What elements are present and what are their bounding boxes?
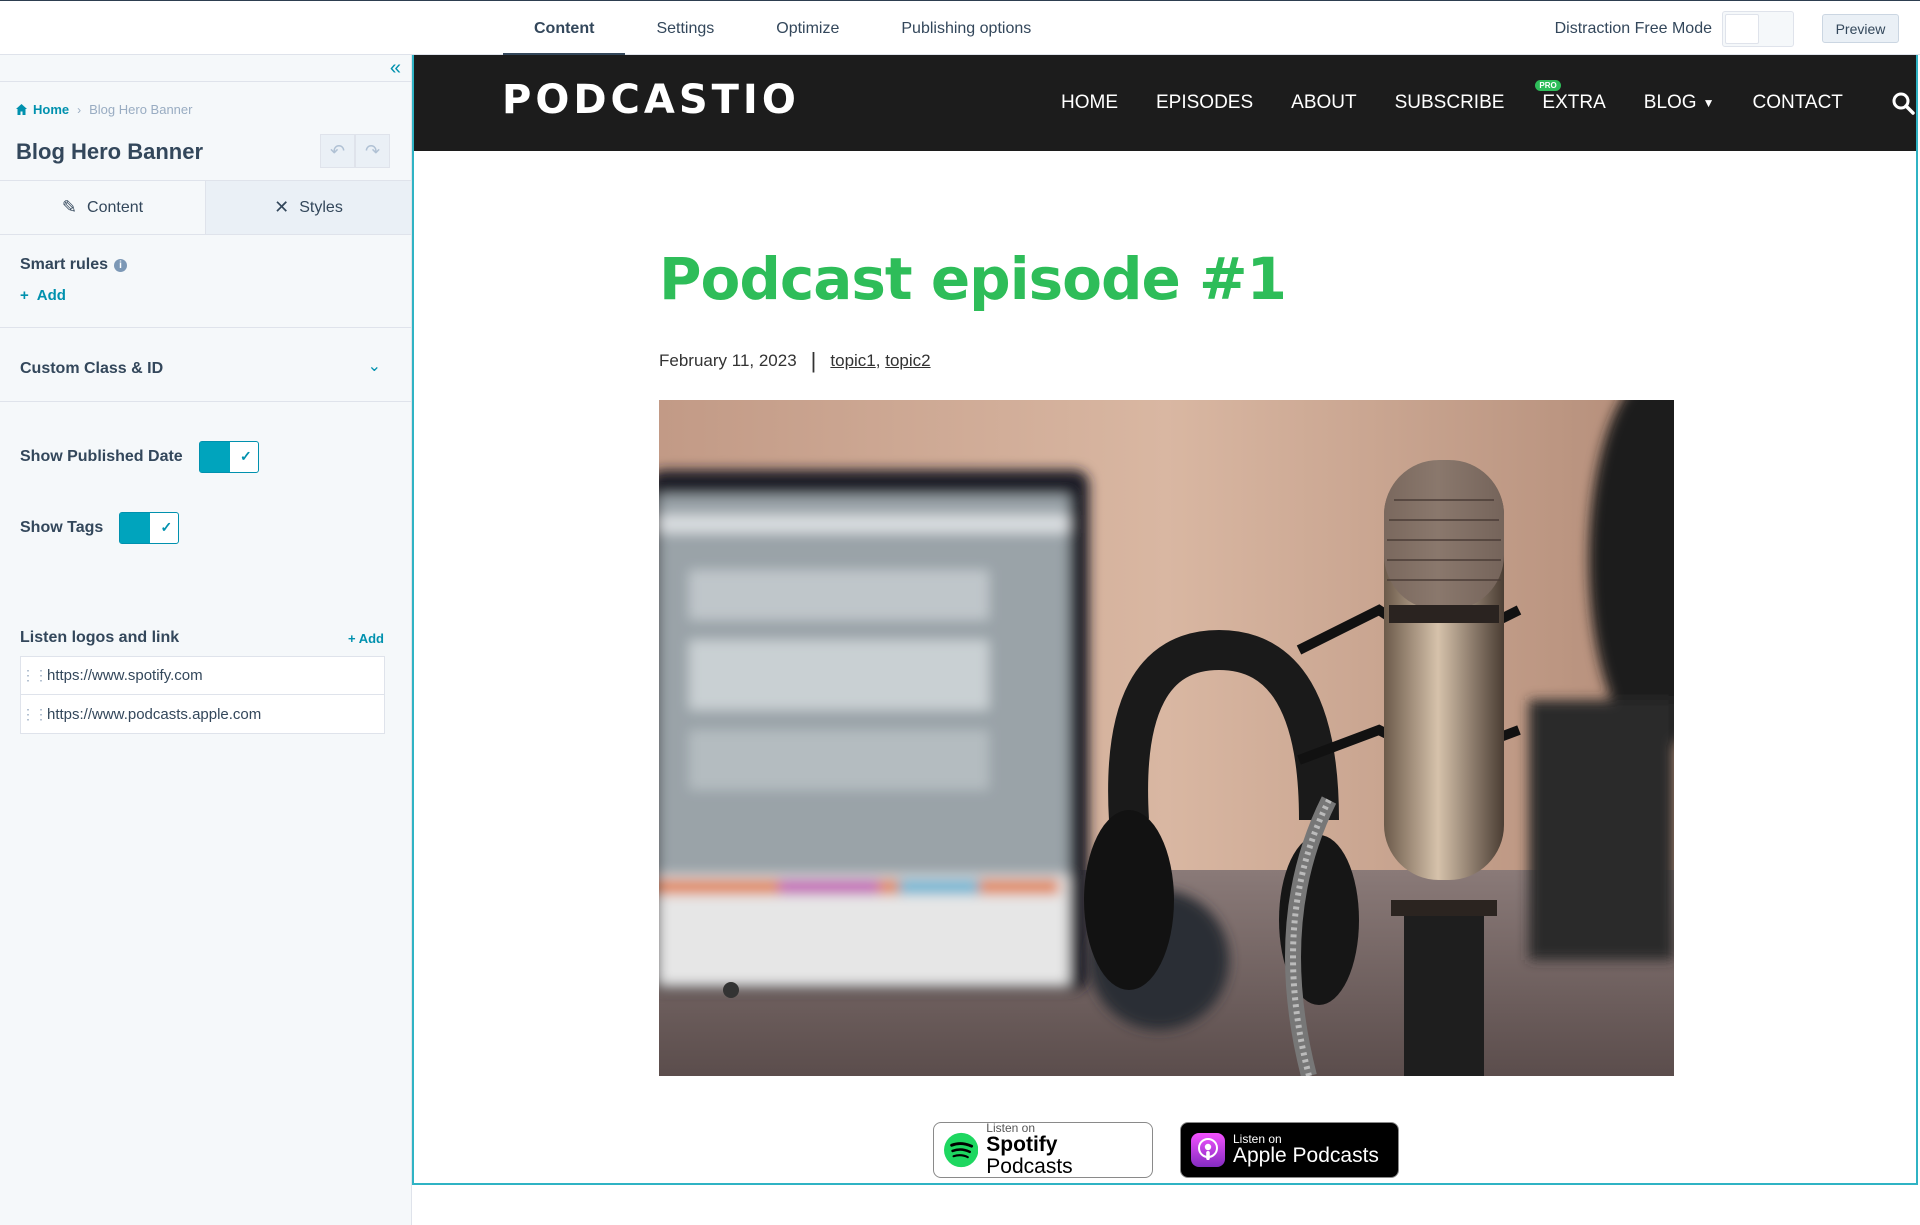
tag-link[interactable]: topic1 [830,351,875,370]
check-icon: ✓ [239,448,252,464]
post-meta: February 11, 2023 | topic1, topic2 [659,348,931,374]
tab-settings[interactable]: Settings [625,1,745,56]
breadcrumb: Home › Blog Hero Banner [16,102,192,117]
panel-collapse-row: « [0,55,411,82]
show-tags-row: Show Tags ✓ [20,512,180,544]
nav-extra-label: EXTRA [1542,92,1606,113]
undo-icon: ↶ [329,140,346,161]
preview-button[interactable]: Preview [1822,14,1899,43]
spotify-badge-text: Listen on Spotify Podcasts [986,1122,1142,1178]
redo-button[interactable]: ↷ [355,134,390,168]
smart-rules-section: Smart rules i + Add [0,180,411,328]
sidebar-panel: « Home › Blog Hero Banner Blog Hero Bann… [0,55,412,1225]
apple-podcasts-icon [1191,1133,1225,1167]
collapse-panel-icon[interactable]: « [390,58,401,78]
editor-topbar: Content Settings Optimize Publishing opt… [0,0,1920,56]
search-icon[interactable] [1872,91,1916,115]
list-item[interactable]: ⋮⋮ https://www.spotify.com [21,657,384,695]
apple-podcasts-badge[interactable]: Listen on Apple Podcasts [1180,1122,1399,1178]
distraction-free-mode-toggle[interactable] [1722,11,1794,47]
distraction-free-mode-label: Distraction Free Mode [1554,20,1712,37]
page-preview: PODCASTIO HOME EPISODES ABOUT SUBSCRIBE … [412,55,1920,1225]
distraction-free-mode: Distraction Free Mode [1555,11,1794,47]
spotify-icon [944,1132,979,1168]
tab-publishing-options[interactable]: Publishing options [870,1,1062,56]
breadcrumb-home-label: Home [33,102,70,117]
info-icon[interactable]: i [114,258,128,272]
check-icon: ✓ [160,519,173,535]
module-title: Blog Hero Banner [16,139,204,164]
toggle-on-fill [120,513,151,543]
hero-image [659,400,1674,1076]
redo-icon: ↷ [364,140,381,161]
listen-logos-add-button[interactable]: + Add [348,631,384,646]
site-nav-links: HOME EPISODES ABOUT SUBSCRIBE PRO EXTRA … [1042,55,1916,151]
editor-tabs: Content Settings Optimize Publishing opt… [503,1,1062,56]
undo-redo-group: ↶ ↷ [320,134,390,168]
chevron-right-icon: › [77,102,82,117]
custom-class-section[interactable]: Custom Class & ID ⌄ [0,328,411,402]
breadcrumb-current: Blog Hero Banner [89,102,193,117]
home-icon [16,104,27,115]
drag-handle-icon[interactable]: ⋮⋮ [21,667,48,684]
meta-divider: | [810,348,817,373]
show-tags-label: Show Tags [20,519,104,536]
caret-down-icon: ▼ [1702,96,1715,110]
show-published-date-toggle[interactable]: ✓ [198,441,259,473]
smart-rules-label: Smart rules i [20,256,128,274]
nav-extra[interactable]: PRO EXTRA [1523,80,1624,114]
undo-button[interactable]: ↶ [320,134,355,168]
tag-link[interactable]: topic2 [885,351,930,370]
nav-about[interactable]: ABOUT [1272,92,1375,114]
listen-url-text: https://www.podcasts.apple.com [47,705,262,723]
listen-badges: Listen on Spotify Podcasts Listen on App… [933,1122,1399,1178]
custom-class-label: Custom Class & ID [20,360,164,377]
breadcrumb-home[interactable]: Home [16,102,69,117]
podcast-studio-photo [659,400,1674,1076]
site-logo[interactable]: PODCASTIO [502,77,800,123]
smart-rules-text: Smart rules [20,256,109,273]
selected-module-frame[interactable]: PODCASTIO HOME EPISODES ABOUT SUBSCRIBE … [412,55,1918,1185]
show-tags-toggle[interactable]: ✓ [119,512,180,544]
nav-blog-label: BLOG [1643,92,1697,113]
post-tags: topic1, topic2 [830,351,931,370]
tab-content[interactable]: Content [503,1,626,56]
smart-rules-add-label: Add [36,287,66,304]
site-header: PODCASTIO HOME EPISODES ABOUT SUBSCRIBE … [414,55,1916,151]
list-item[interactable]: ⋮⋮ https://www.podcasts.apple.com [21,695,384,733]
nav-contact[interactable]: CONTACT [1733,92,1861,114]
nav-episodes[interactable]: EPISODES [1137,92,1272,114]
listen-logos-label: Listen logos and link [20,629,180,646]
spotify-badge-rest: Podcasts [986,1155,1073,1178]
plus-icon: + [20,287,29,304]
show-published-date-label: Show Published Date [20,448,183,465]
toggle-knob [1725,14,1759,44]
published-date: February 11, 2023 [659,351,797,370]
listen-url-text: https://www.spotify.com [47,667,203,684]
pro-badge: PRO [1535,80,1561,91]
chevron-down-icon[interactable]: ⌄ [368,356,381,376]
apple-badge-big: Apple Podcasts [1233,1144,1379,1167]
spotify-badge[interactable]: Listen on Spotify Podcasts [933,1122,1153,1178]
listen-url-list: ⋮⋮ https://www.spotify.com ⋮⋮ https://ww… [20,656,385,734]
nav-blog[interactable]: BLOG ▼ [1625,92,1734,114]
tab-optimize[interactable]: Optimize [745,1,870,56]
spotify-badge-big: Spotify Podcasts [986,1134,1142,1178]
smart-rules-add-button[interactable]: + Add [20,287,66,304]
spotify-badge-bold: Spotify [986,1133,1058,1156]
post-title: Podcast episode #1 [659,245,1287,313]
drag-handle-icon[interactable]: ⋮⋮ [21,706,48,723]
apple-badge-text: Listen on Apple Podcasts [1233,1133,1379,1167]
nav-home[interactable]: HOME [1042,92,1137,114]
show-published-date-row: Show Published Date ✓ [20,441,259,473]
toggle-on-fill [199,442,230,472]
nav-subscribe[interactable]: SUBSCRIBE [1376,92,1524,114]
